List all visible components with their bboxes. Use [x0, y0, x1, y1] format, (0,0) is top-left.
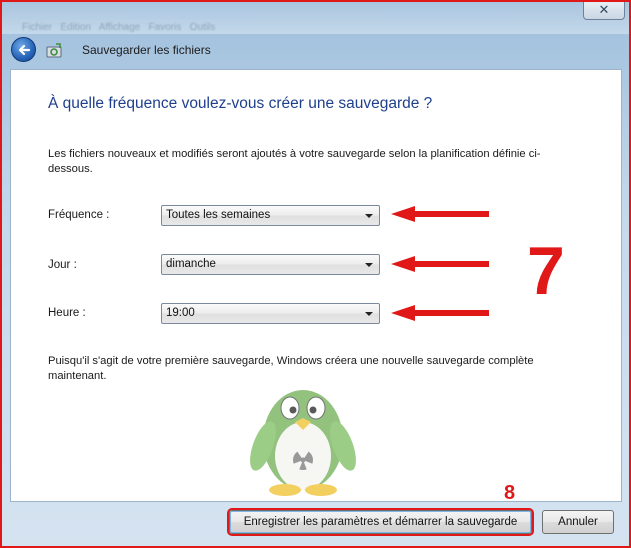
back-button[interactable]: [11, 37, 36, 62]
annotation-arrow-icon: [391, 256, 489, 272]
day-label: Jour :: [48, 259, 77, 271]
cancel-button[interactable]: Annuler: [542, 510, 614, 534]
nav-bar: Sauvegarder les fichiers: [2, 32, 629, 68]
step-number-7: 7: [527, 233, 565, 309]
chevron-down-icon: [365, 312, 373, 316]
page-description: Les fichiers nouveaux et modifiés seront…: [48, 148, 541, 175]
annotation-arrow-icon: [391, 305, 489, 321]
frequency-select[interactable]: Toutes les semaines: [161, 205, 380, 226]
background-menu-blur: Fichier Edition Affichage Favoris Outils: [22, 22, 216, 33]
close-icon: ✕: [598, 3, 610, 18]
back-arrow-icon: [18, 44, 30, 55]
nav-title: Sauvegarder les fichiers: [82, 43, 211, 57]
frequency-label: Fréquence :: [48, 209, 110, 221]
annotation-arrow-icon: [391, 206, 489, 222]
time-label: Heure :: [48, 307, 86, 319]
step-number-8: 8: [504, 482, 516, 504]
backup-icon: [46, 43, 62, 58]
penguin-watermark-icon: [250, 390, 356, 496]
save-and-start-backup-button[interactable]: Enregistrer les paramètres et démarrer l…: [229, 510, 532, 534]
wizard-content: À quelle fréquence voulez-vous créer une…: [10, 69, 622, 502]
backup-window: Fichier Edition Affichage Favoris Outils…: [0, 0, 631, 548]
title-bar: Fichier Edition Affichage Favoris Outils…: [2, 2, 629, 34]
page-heading: À quelle fréquence voulez-vous créer une…: [48, 95, 433, 112]
chevron-down-icon: [365, 214, 373, 218]
close-button[interactable]: ✕: [583, 2, 625, 20]
day-select[interactable]: dimanche: [161, 254, 380, 275]
day-value: dimanche: [166, 258, 216, 270]
time-select[interactable]: 19:00: [161, 303, 380, 324]
chevron-down-icon: [365, 263, 373, 267]
frequency-value: Toutes les semaines: [166, 209, 271, 221]
time-value: 19:00: [166, 307, 195, 319]
